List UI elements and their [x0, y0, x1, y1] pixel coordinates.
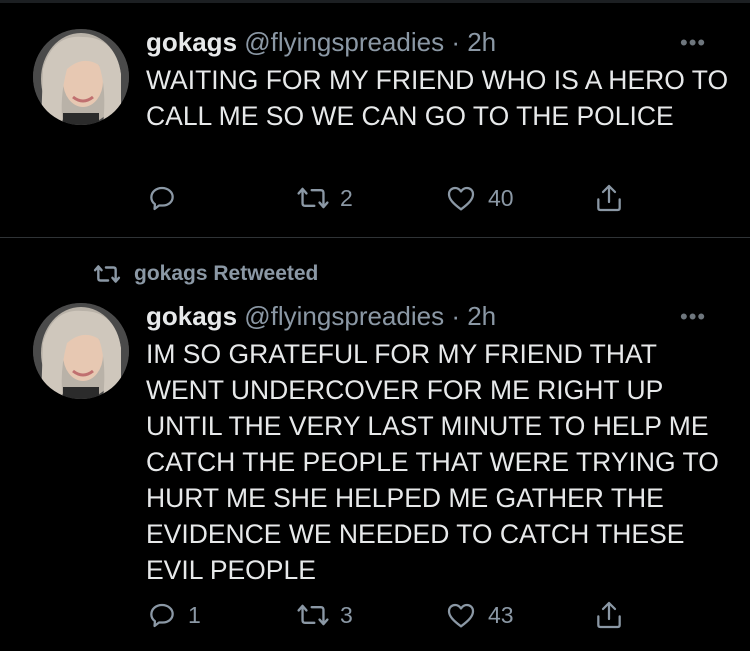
- retweet-count: 3: [340, 601, 353, 628]
- tweet-1[interactable]: gokags @flyingspreadies · 2h ••• WAITING…: [0, 0, 750, 237]
- tweet-2[interactable]: gokags @flyingspreadies · 2h ••• IM SO G…: [0, 238, 750, 651]
- share-button[interactable]: [593, 599, 625, 631]
- like-button[interactable]: 43: [444, 599, 514, 631]
- author-handle[interactable]: @flyingspreadies: [244, 27, 444, 57]
- more-icon[interactable]: •••: [680, 304, 720, 329]
- tweet-actions: 1 3 43: [0, 599, 750, 639]
- tweet-text: WAITING FOR MY FRIEND WHO IS A HERO TO C…: [146, 65, 729, 131]
- reply-icon: [150, 186, 174, 211]
- reply-count: 1: [188, 601, 201, 628]
- avatar[interactable]: [33, 303, 129, 399]
- more-icon[interactable]: •••: [680, 30, 720, 55]
- share-button[interactable]: [593, 182, 625, 214]
- like-icon: [447, 603, 475, 628]
- author-name[interactable]: gokags: [146, 301, 237, 331]
- author-handle[interactable]: @flyingspreadies: [244, 301, 444, 331]
- retweet-icon: [297, 187, 329, 209]
- tweet-time[interactable]: · 2h: [451, 27, 496, 57]
- retweet-count: 2: [340, 184, 353, 211]
- author-name[interactable]: gokags: [146, 27, 237, 57]
- like-count: 43: [488, 601, 514, 628]
- retweet-button[interactable]: 3: [296, 599, 353, 631]
- reply-button[interactable]: 1: [146, 599, 201, 631]
- share-icon: [597, 601, 621, 629]
- tweet-header: gokags @flyingspreadies · 2h: [146, 26, 496, 58]
- like-count: 40: [488, 184, 514, 211]
- retweet-button[interactable]: 2: [296, 182, 353, 214]
- tweet-time[interactable]: · 2h: [451, 301, 496, 331]
- share-icon: [597, 184, 621, 212]
- reply-button[interactable]: [146, 182, 188, 214]
- reply-icon: [150, 603, 174, 628]
- like-button[interactable]: 40: [444, 182, 514, 214]
- avatar[interactable]: [33, 29, 129, 125]
- tweet-header: gokags @flyingspreadies · 2h: [146, 300, 496, 332]
- tweet-text: IM SO GRATEFUL FOR MY FRIEND THAT WENT U…: [146, 339, 719, 585]
- like-icon: [447, 186, 475, 211]
- tweet-actions: 2 40: [0, 182, 750, 222]
- retweet-icon: [297, 604, 329, 626]
